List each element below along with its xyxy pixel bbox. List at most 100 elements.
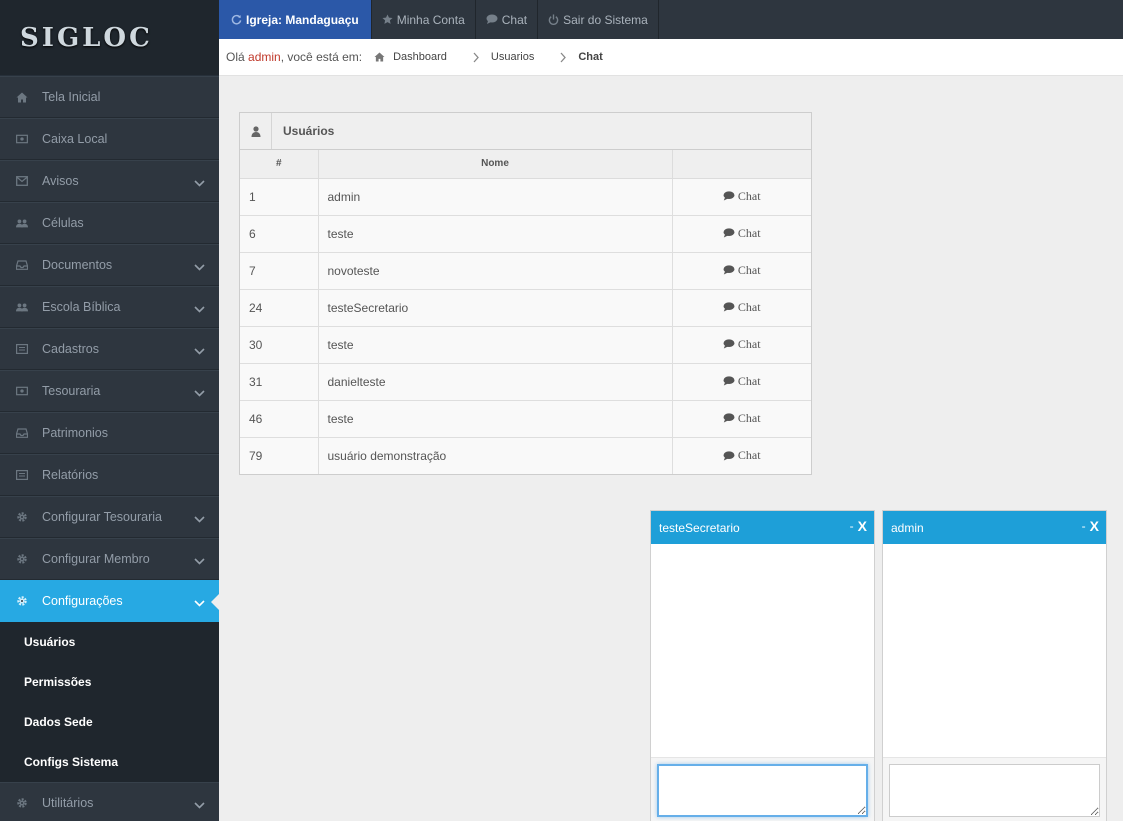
open-chat-label: Chat bbox=[737, 188, 761, 203]
church-label: Igreja: bbox=[246, 12, 283, 27]
open-chat-label: Chat bbox=[737, 336, 761, 351]
sidebar-item-utilitarios[interactable]: Utilitários bbox=[0, 782, 219, 821]
minimize-button[interactable]: - bbox=[850, 519, 854, 533]
envelope-icon bbox=[16, 175, 28, 187]
user-action-cell: Chat bbox=[672, 251, 811, 289]
open-chat-label: Chat bbox=[737, 373, 761, 388]
my-account-label: Minha Conta bbox=[396, 12, 465, 27]
chat-message-input[interactable] bbox=[889, 764, 1100, 817]
user-action-cell: Chat bbox=[672, 325, 811, 363]
sidebar-item-label: Documentos bbox=[42, 258, 113, 272]
breadcrumb-dashboard[interactable]: Dashboard bbox=[374, 51, 447, 63]
chevron-down-icon bbox=[194, 176, 205, 190]
current-user: admin bbox=[248, 50, 281, 64]
close-button[interactable]: X bbox=[1090, 518, 1099, 534]
sidebar-item-label: Escola Bíblica bbox=[42, 300, 121, 314]
users-widget-title: Usuários bbox=[283, 124, 335, 138]
my-account-button[interactable]: Minha Conta bbox=[372, 0, 476, 39]
user-id-cell: 24 bbox=[240, 288, 319, 326]
home-icon bbox=[16, 91, 28, 103]
close-button[interactable]: X bbox=[858, 518, 867, 534]
breadcrumb-chat: Chat bbox=[546, 51, 603, 63]
open-chat-button[interactable]: Chat bbox=[723, 448, 761, 463]
sidebar-nav: Tela Inicial Caixa Local Avisos Células Docu… bbox=[0, 76, 219, 622]
column-header-actions bbox=[672, 150, 811, 179]
open-chat-button[interactable]: Chat bbox=[723, 337, 761, 352]
open-chat-label: Chat bbox=[737, 410, 761, 425]
user-id-cell: 46 bbox=[240, 399, 319, 437]
breadcrumb: Olá admin, você está em: Dashboard Usuar… bbox=[219, 39, 1123, 76]
sidebar-item-relatorios[interactable]: Relatórios bbox=[0, 454, 219, 496]
sidebar-item-configurar-tesouraria[interactable]: Configurar Tesouraria bbox=[0, 496, 219, 538]
chat-window-header[interactable]: admin - X bbox=[883, 511, 1106, 544]
open-chat-button[interactable]: Chat bbox=[723, 411, 761, 426]
sidebar-item-configurar-membro[interactable]: Configurar Membro bbox=[0, 538, 219, 580]
gear-icon bbox=[16, 595, 28, 607]
users-widget-header: Usuários bbox=[240, 113, 811, 150]
open-chat-label: Chat bbox=[737, 225, 761, 240]
chevron-down-icon bbox=[194, 596, 205, 610]
church-selector-button[interactable]: Igreja: Mandaguaçu bbox=[219, 0, 372, 39]
user-action-cell: Chat bbox=[672, 214, 811, 252]
user-id-cell: 1 bbox=[240, 177, 319, 215]
open-chat-button[interactable]: Chat bbox=[723, 300, 761, 315]
sidebar-item-celulas[interactable]: Células bbox=[0, 202, 219, 244]
group-icon bbox=[16, 217, 28, 229]
sidebar-item-tela-inicial[interactable]: Tela Inicial bbox=[0, 76, 219, 118]
chevron-down-icon bbox=[194, 344, 205, 358]
table-row: 31 danielteste Chat bbox=[240, 362, 811, 400]
user-name-cell: testeSecretario bbox=[318, 288, 673, 326]
sidebar-item-patrimonios[interactable]: Patrimonios bbox=[0, 412, 219, 454]
money-icon bbox=[16, 133, 28, 145]
refresh-icon bbox=[231, 14, 242, 25]
open-chat-button[interactable]: Chat bbox=[723, 263, 761, 278]
submenu-item-dados-sede[interactable]: Dados Sede bbox=[0, 702, 219, 742]
minimize-button[interactable]: - bbox=[1082, 519, 1086, 533]
user-action-cell: Chat bbox=[672, 288, 811, 326]
open-chat-label: Chat bbox=[737, 299, 761, 314]
submenu-item-permissoes[interactable]: Permissões bbox=[0, 662, 219, 702]
submenu-item-configs-sistema[interactable]: Configs Sistema bbox=[0, 742, 219, 782]
users-table: # Nome 1 admin Chat 6 teste Chat 7 novoteste Cha… bbox=[240, 150, 811, 474]
user-action-cell: Chat bbox=[672, 399, 811, 437]
sidebar-item-escola-biblica[interactable]: Escola Bíblica bbox=[0, 286, 219, 328]
chevron-down-icon bbox=[194, 512, 205, 526]
table-row: 7 novoteste Chat bbox=[240, 251, 811, 289]
greeting-suffix: , você está em: bbox=[280, 50, 363, 64]
comment-icon bbox=[723, 228, 735, 238]
user-action-cell: Chat bbox=[672, 436, 811, 474]
sidebar-item-tesouraria[interactable]: Tesouraria bbox=[0, 370, 219, 412]
comment-icon bbox=[723, 376, 735, 386]
submenu-item-usuarios[interactable]: Usuários bbox=[0, 622, 219, 662]
comment-icon bbox=[723, 450, 735, 461]
sidebar-item-label: Tesouraria bbox=[42, 384, 101, 398]
user-name-cell: novoteste bbox=[318, 251, 673, 289]
gear-icon bbox=[16, 797, 28, 809]
open-chat-button[interactable]: Chat bbox=[723, 374, 761, 389]
breadcrumb-chat-label: Chat bbox=[578, 51, 603, 63]
users-widget: Usuários # Nome 1 admin Chat 6 teste Chat 7 nov… bbox=[239, 112, 812, 475]
chat-top-button[interactable]: Chat bbox=[476, 0, 539, 39]
sidebar-item-label: Patrimonios bbox=[42, 426, 108, 440]
user-icon bbox=[240, 113, 272, 149]
sidebar-item-documentos[interactable]: Documentos bbox=[0, 244, 219, 286]
comment-icon bbox=[486, 14, 498, 25]
sidebar-item-cadastros[interactable]: Cadastros bbox=[0, 328, 219, 370]
chat-window-header[interactable]: testeSecretario - X bbox=[651, 511, 874, 544]
logo[interactable]: SIGLOC bbox=[0, 0, 219, 76]
logout-button[interactable]: Sair do Sistema bbox=[538, 0, 659, 39]
column-header-id: # bbox=[240, 150, 319, 179]
breadcrumb-usuarios[interactable]: Usuarios bbox=[459, 51, 534, 63]
sidebar-item-avisos[interactable]: Avisos bbox=[0, 160, 219, 202]
open-chat-button[interactable]: Chat bbox=[723, 226, 761, 241]
comment-icon bbox=[723, 302, 735, 312]
sidebar-item-caixa-local[interactable]: Caixa Local bbox=[0, 118, 219, 160]
sidebar-item-configuracoes[interactable]: Configurações bbox=[0, 580, 219, 622]
table-row: 1 admin Chat bbox=[240, 177, 811, 215]
user-action-cell: Chat bbox=[672, 362, 811, 400]
power-icon bbox=[548, 14, 559, 25]
chat-message-input[interactable] bbox=[657, 764, 868, 817]
user-id-cell: 7 bbox=[240, 251, 319, 289]
open-chat-button[interactable]: Chat bbox=[723, 189, 761, 204]
chat-window-title: admin bbox=[891, 520, 924, 535]
